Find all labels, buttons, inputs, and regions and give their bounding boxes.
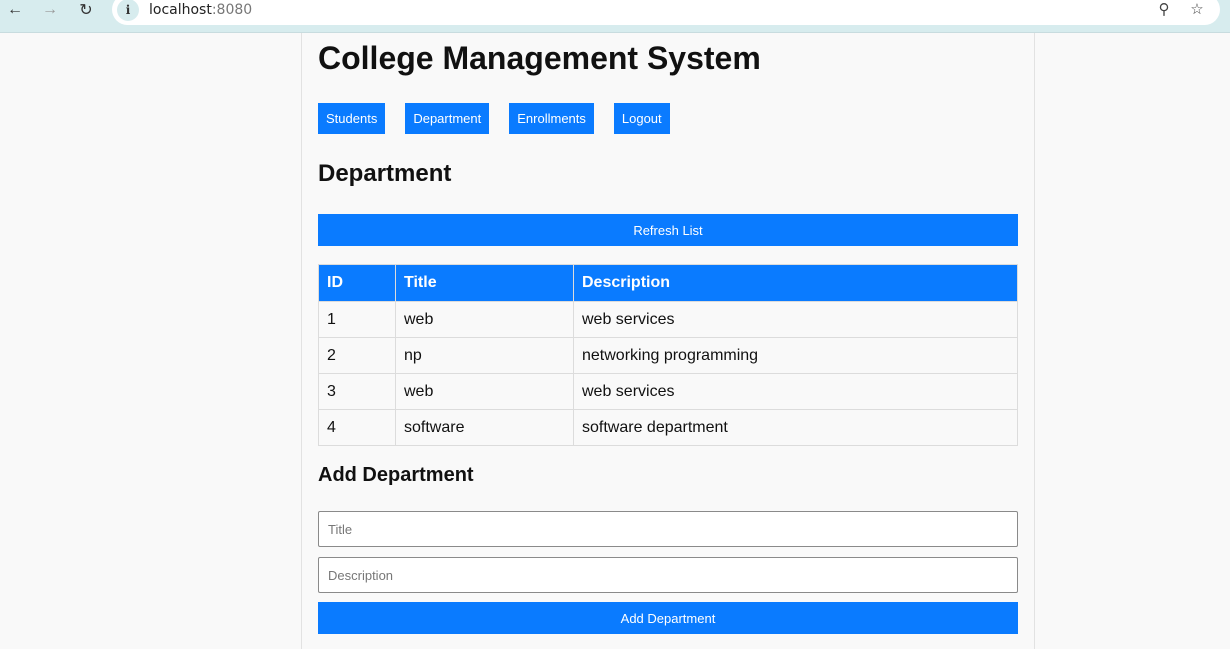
- forward-arrow-icon[interactable]: →: [38, 0, 62, 20]
- info-icon[interactable]: i: [117, 0, 139, 21]
- table-row: 2 np networking programming: [318, 337, 1018, 374]
- reload-icon[interactable]: ↻: [74, 0, 98, 20]
- address-bar[interactable]: i localhost:8080: [112, 0, 1220, 25]
- nav-logout-button[interactable]: Logout: [613, 103, 670, 134]
- section-title: Department: [318, 160, 452, 187]
- url-port: :8080: [211, 1, 253, 18]
- department-table: ID Title Description 1 web web services …: [318, 264, 1018, 446]
- page-container: College Management System Students Depar…: [301, 33, 1035, 649]
- add-department-heading: Add Department: [318, 464, 474, 486]
- cell-id: 2: [318, 337, 396, 374]
- url-text: localhost:8080: [149, 2, 252, 18]
- cell-title: web: [395, 373, 574, 410]
- table-row: 4 software software department: [318, 409, 1018, 446]
- refresh-list-button[interactable]: Refresh List: [318, 214, 1018, 246]
- cell-id: 4: [318, 409, 396, 446]
- url-host: localhost: [149, 1, 212, 18]
- header-description: Description: [573, 264, 1018, 302]
- cell-title: software: [395, 409, 574, 446]
- description-input[interactable]: [318, 557, 1018, 593]
- cell-title: np: [395, 337, 574, 374]
- main-nav: Students Department Enrollments Logout: [318, 103, 690, 134]
- cell-description: web services: [573, 301, 1018, 338]
- nav-enrollments-button[interactable]: Enrollments: [509, 103, 594, 134]
- table-header-row: ID Title Description: [318, 264, 1018, 302]
- cell-description: software department: [573, 409, 1018, 446]
- cell-title: web: [395, 301, 574, 338]
- cell-id: 3: [318, 373, 396, 410]
- nav-students-button[interactable]: Students: [318, 103, 386, 134]
- cell-id: 1: [318, 301, 396, 338]
- page-title: College Management System: [318, 40, 761, 76]
- table-row: 1 web web services: [318, 301, 1018, 338]
- star-icon[interactable]: ☆: [1186, 0, 1208, 19]
- header-id: ID: [318, 264, 396, 302]
- title-input[interactable]: [318, 511, 1018, 547]
- nav-department-button[interactable]: Department: [405, 103, 490, 134]
- key-icon[interactable]: ⚲: [1153, 0, 1175, 19]
- cell-description: web services: [573, 373, 1018, 410]
- cell-description: networking programming: [573, 337, 1018, 374]
- table-row: 3 web web services: [318, 373, 1018, 410]
- header-title: Title: [395, 264, 574, 302]
- add-department-button[interactable]: Add Department: [318, 602, 1018, 634]
- back-arrow-icon[interactable]: ←: [3, 0, 27, 20]
- browser-toolbar: ← → ↻ i localhost:8080 ⚲ ☆: [0, 0, 1230, 33]
